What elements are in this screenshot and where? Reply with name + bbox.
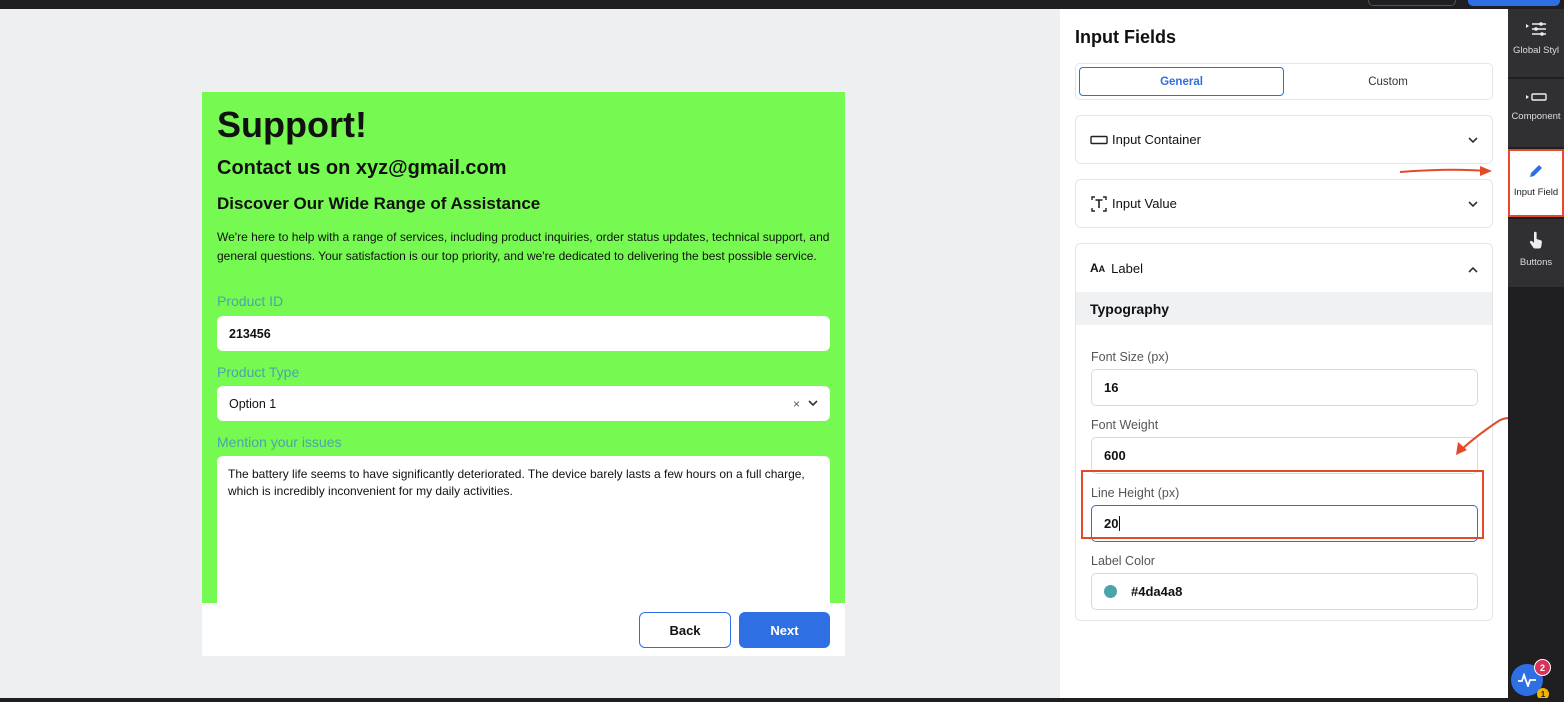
arrow-to-rail <box>1399 168 1488 173</box>
rail-components-label: Component <box>1511 111 1561 122</box>
notification-badge: 2 <box>1534 659 1551 676</box>
rail-buttons-label: Buttons <box>1519 257 1553 268</box>
bottom-bar <box>0 698 1564 702</box>
rail-input-fields-label: Input Field <box>1513 187 1559 198</box>
arrow-to-input-head <box>1456 442 1467 455</box>
pencil-icon <box>1530 165 1542 177</box>
arrow-to-rail-head <box>1480 166 1492 176</box>
right-rail: Global Styl Component Input Field Button… <box>1508 9 1564 698</box>
rail-input-fields[interactable]: Input Field <box>1508 149 1564 217</box>
rail-global-styles-label: Global Styl <box>1513 45 1559 56</box>
activity-icon <box>1518 673 1536 687</box>
pointer-hand-icon <box>1529 231 1542 249</box>
component-icon <box>1526 93 1547 101</box>
sliders-icon <box>1526 22 1546 36</box>
annotation-arrows <box>1399 166 1533 465</box>
rail-global-styles[interactable]: Global Styl <box>1508 9 1564 77</box>
rail-buttons[interactable]: Buttons <box>1508 219 1564 287</box>
rail-components[interactable]: Component <box>1508 79 1564 147</box>
